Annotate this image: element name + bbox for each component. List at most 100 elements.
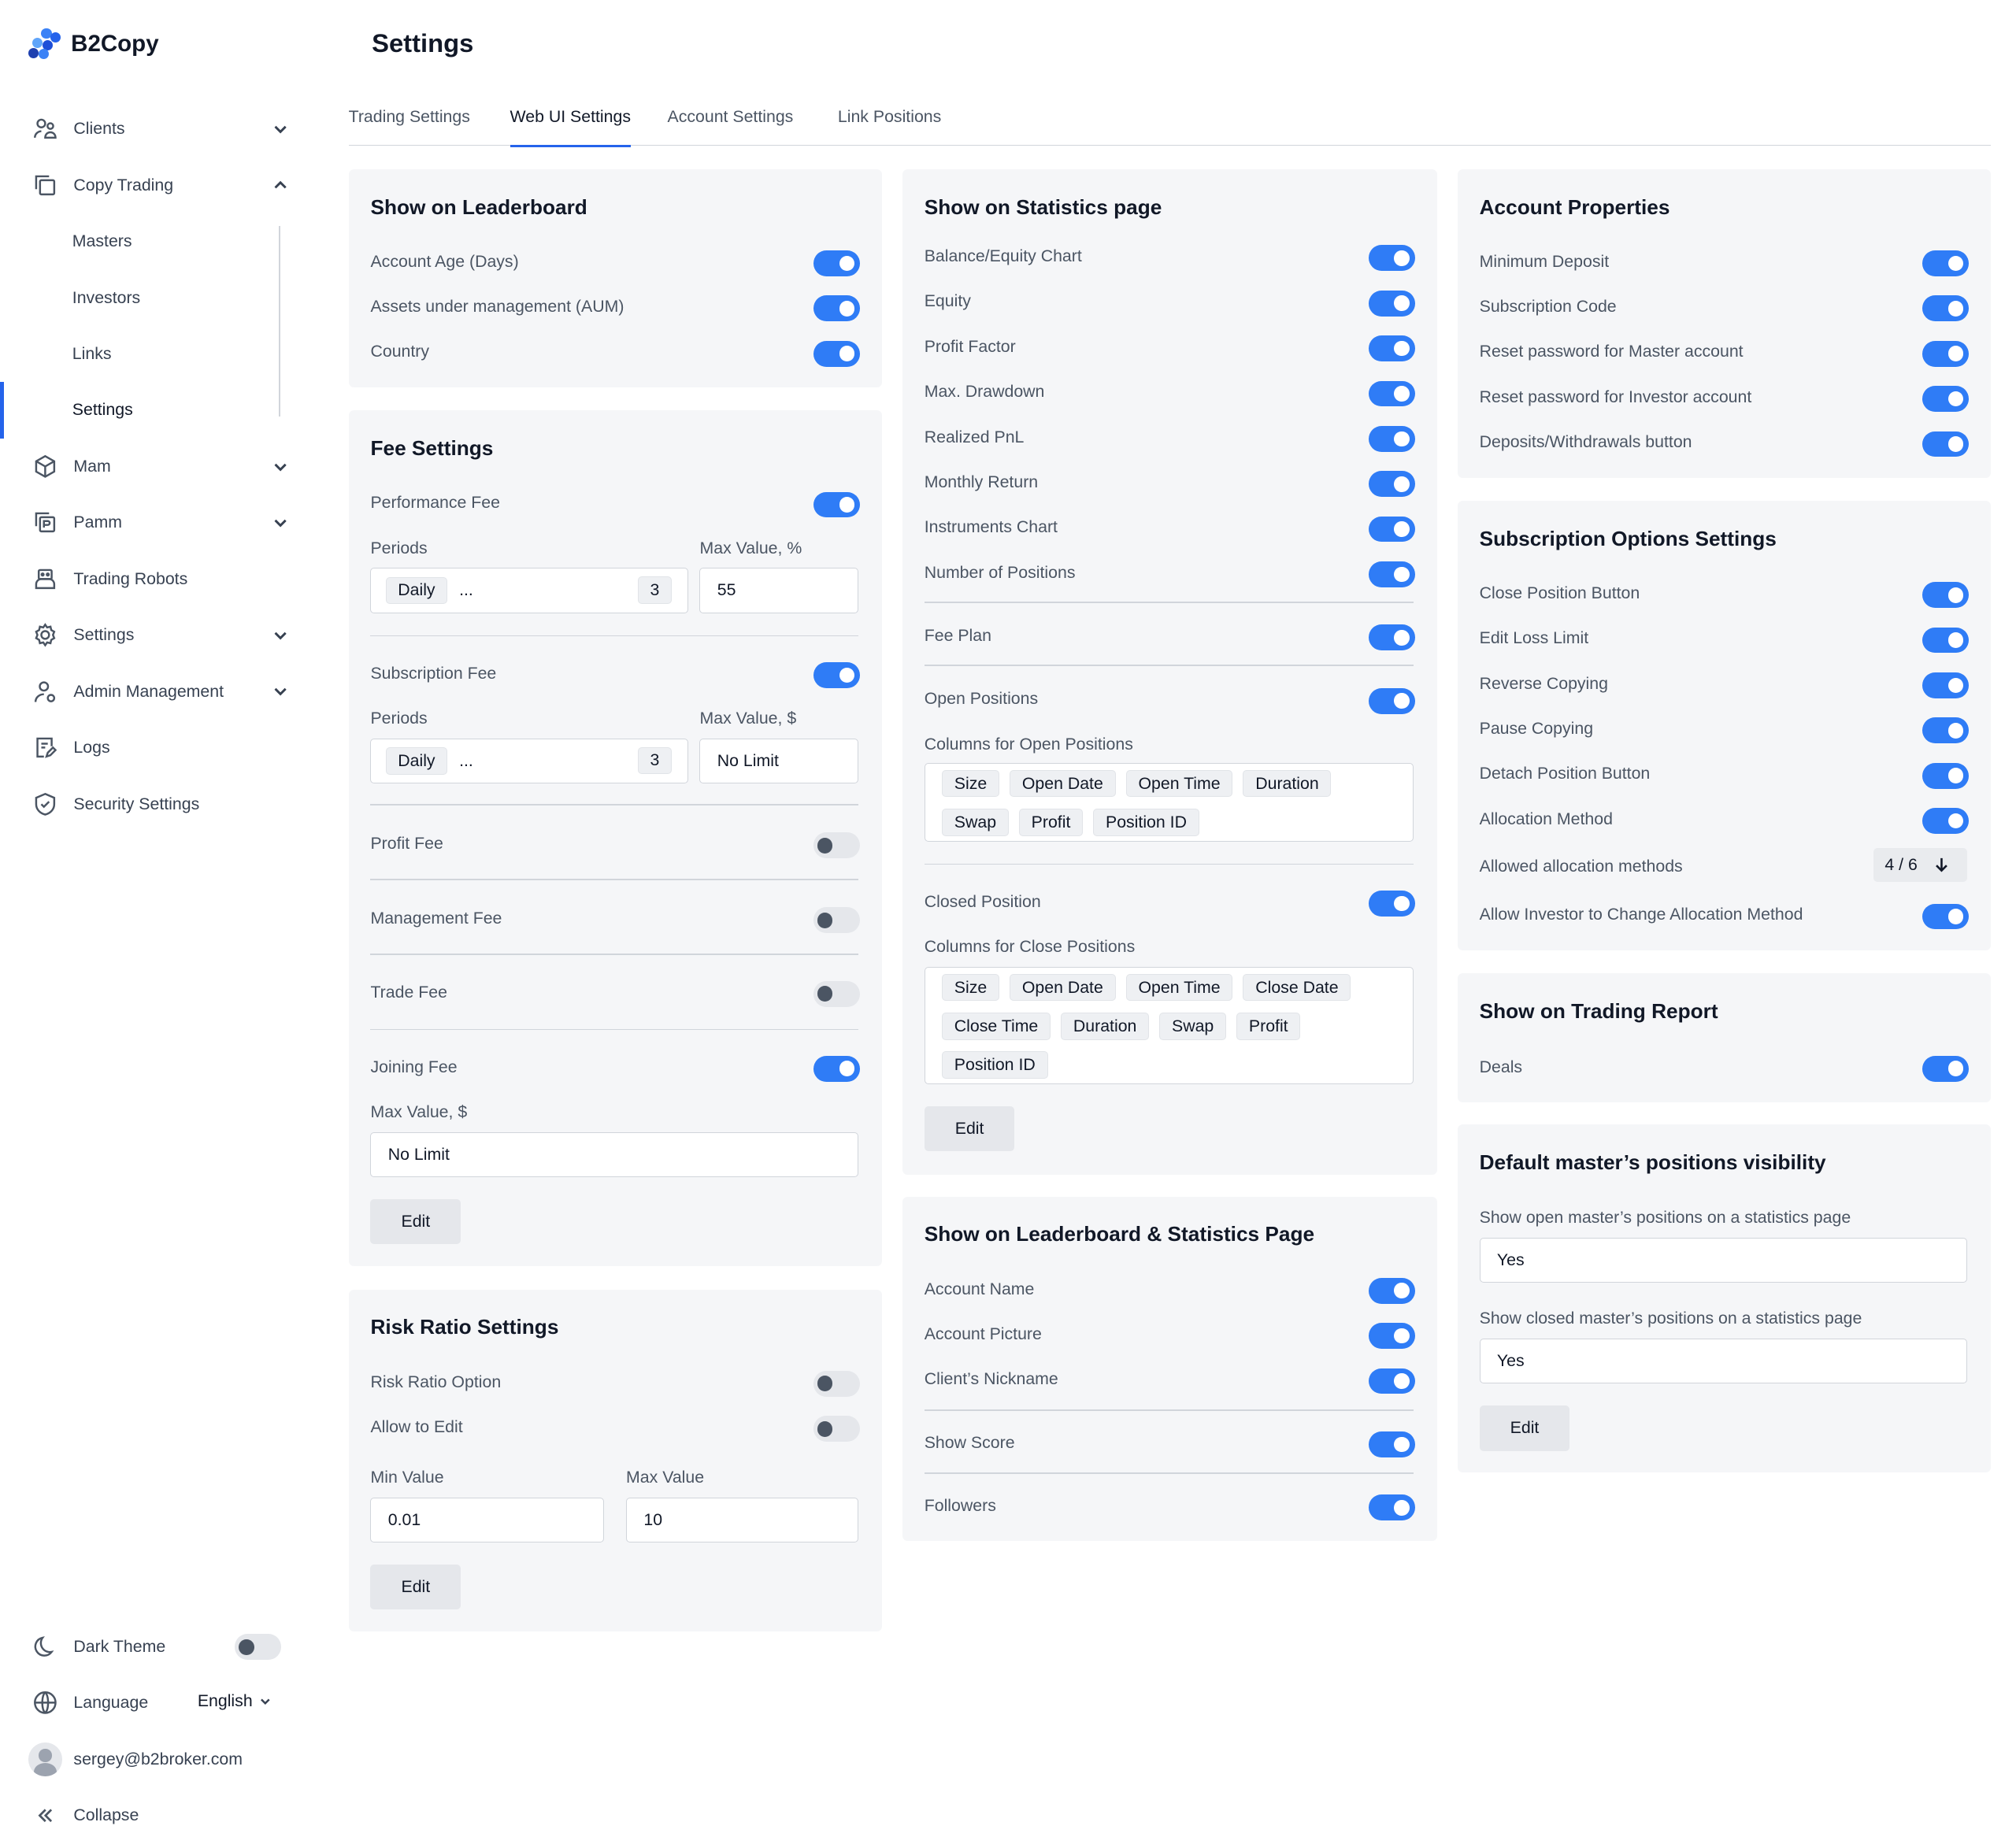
sidebar-item-settings[interactable]: Settings xyxy=(0,607,309,663)
detach-position-toggle[interactable] xyxy=(1922,762,1969,789)
row-label: Allowed allocation methods xyxy=(1479,857,1683,876)
field-label: Max Value, $ xyxy=(699,708,797,728)
closed-columns-multiselect[interactable]: Size Open Date Open Time Close Date Clos… xyxy=(924,966,1414,1085)
language-row[interactable]: Language English xyxy=(0,1675,309,1731)
allocation-method-toggle[interactable] xyxy=(1922,808,1969,834)
user-row[interactable]: sergey@b2broker.com xyxy=(0,1731,309,1787)
sidebar-item-trading-robots[interactable]: Trading Robots xyxy=(0,551,309,607)
column-chip: Open Date xyxy=(1010,769,1116,798)
chevron-down-icon[interactable] xyxy=(270,119,291,139)
monthly-return-toggle[interactable] xyxy=(1368,471,1415,498)
country-toggle[interactable] xyxy=(813,340,860,367)
more-dots: ... xyxy=(459,750,473,770)
reverse-copying-toggle[interactable] xyxy=(1922,672,1969,698)
risk-min-input[interactable]: 0.01 xyxy=(370,1497,605,1542)
subscription-max-input[interactable]: No Limit xyxy=(699,738,859,784)
sidebar-item-masters[interactable]: Masters xyxy=(0,213,309,269)
realized-pnl-toggle[interactable] xyxy=(1368,425,1415,452)
field-label: Columns for Close Positions xyxy=(924,937,1136,957)
profit-fee-toggle[interactable] xyxy=(813,832,860,859)
close-position-button-toggle[interactable] xyxy=(1922,582,1969,609)
sidebar-item-clients[interactable]: Clients xyxy=(0,101,309,157)
instruments-chart-toggle[interactable] xyxy=(1368,516,1415,543)
closed-positions-visibility-select[interactable]: Yes xyxy=(1479,1338,1968,1384)
reset-master-password-toggle[interactable] xyxy=(1922,340,1969,367)
equity-toggle[interactable] xyxy=(1368,290,1415,317)
fee-plan-toggle[interactable] xyxy=(1368,624,1415,651)
aum-toggle[interactable] xyxy=(813,295,860,322)
card-title: Default master’s positions visibility xyxy=(1479,1150,1826,1174)
performance-fee-toggle[interactable] xyxy=(813,491,860,518)
reset-investor-password-toggle[interactable] xyxy=(1922,386,1969,412)
chevron-down-icon[interactable] xyxy=(270,681,291,702)
edit-loss-limit-toggle[interactable] xyxy=(1922,627,1969,654)
sidebar-item-logs[interactable]: Logs xyxy=(0,720,309,776)
sidebar-item-links[interactable]: Links xyxy=(0,326,309,382)
subscription-options-card: Subscription Options Settings Close Posi… xyxy=(1457,501,1991,950)
row-label: Account Age (Days) xyxy=(370,251,519,271)
sidebar-item-settings-active[interactable]: Settings xyxy=(0,382,309,439)
column-chip: Swap xyxy=(942,809,1009,836)
deals-toggle[interactable] xyxy=(1922,1055,1969,1082)
client-nickname-toggle[interactable] xyxy=(1368,1368,1415,1394)
performance-max-input[interactable]: 55 xyxy=(699,568,859,613)
open-positions-visibility-select[interactable]: Yes xyxy=(1479,1238,1968,1283)
tab-account-settings[interactable]: Account Settings xyxy=(668,107,794,146)
management-fee-toggle[interactable] xyxy=(813,907,860,934)
tab-web-ui-settings[interactable]: Web UI Settings xyxy=(510,107,631,147)
tab-trading-settings[interactable]: Trading Settings xyxy=(349,107,470,146)
chevron-down-icon xyxy=(261,1698,270,1705)
account-age-toggle[interactable] xyxy=(813,250,860,276)
risk-edit-button[interactable]: Edit xyxy=(370,1564,461,1610)
sidebar-item-copy-trading[interactable]: Copy Trading xyxy=(0,157,309,213)
number-positions-toggle[interactable] xyxy=(1368,561,1415,587)
fee-edit-button[interactable]: Edit xyxy=(370,1198,461,1245)
language-select[interactable]: English xyxy=(198,1691,273,1711)
balance-chart-toggle[interactable] xyxy=(1368,245,1415,272)
show-score-toggle[interactable] xyxy=(1368,1431,1415,1457)
sidebar-item-investors[interactable]: Investors xyxy=(0,269,309,325)
subscription-code-toggle[interactable] xyxy=(1922,295,1969,322)
sidebar-item-pamm[interactable]: Pamm xyxy=(0,494,309,550)
chevron-down-icon[interactable] xyxy=(270,457,291,477)
sidebar-item-mam[interactable]: Mam xyxy=(0,439,309,494)
trade-fee-toggle[interactable] xyxy=(813,980,860,1007)
max-drawdown-toggle[interactable] xyxy=(1368,380,1415,407)
chevron-up-icon[interactable] xyxy=(270,175,291,195)
row-label: Management Fee xyxy=(370,909,502,928)
open-columns-multiselect[interactable]: Size Open Date Open Time Duration Swap P… xyxy=(924,762,1414,843)
closed-position-toggle[interactable] xyxy=(1368,891,1415,917)
account-name-toggle[interactable] xyxy=(1368,1277,1415,1304)
open-positions-toggle[interactable] xyxy=(1368,687,1415,714)
pause-copying-toggle[interactable] xyxy=(1922,717,1969,744)
chevron-down-icon[interactable] xyxy=(270,513,291,533)
chevron-down-icon[interactable] xyxy=(270,625,291,646)
dark-theme-toggle[interactable] xyxy=(235,1634,282,1661)
sidebar-nav: Clients Copy Trading Masters Investors L… xyxy=(0,101,309,832)
performance-periods-select[interactable]: Daily ... 3 xyxy=(370,568,688,613)
tab-link-positions[interactable]: Link Positions xyxy=(838,107,941,146)
subscription-fee-toggle[interactable] xyxy=(813,661,860,688)
logo[interactable]: B2Copy xyxy=(28,28,159,60)
profit-factor-toggle[interactable] xyxy=(1368,335,1415,361)
risk-max-input[interactable]: 10 xyxy=(626,1497,859,1542)
joining-fee-toggle[interactable] xyxy=(813,1055,860,1082)
dark-theme-label: Dark Theme xyxy=(73,1636,166,1656)
joining-max-input[interactable]: No Limit xyxy=(370,1131,859,1178)
followers-toggle[interactable] xyxy=(1368,1494,1415,1521)
allowed-allocation-select[interactable]: 4 / 6 xyxy=(1873,848,1968,882)
account-picture-toggle[interactable] xyxy=(1368,1323,1415,1350)
allow-change-allocation-toggle[interactable] xyxy=(1922,903,1969,930)
sidebar-item-admin-management[interactable]: Admin Management xyxy=(0,664,309,720)
minimum-deposit-toggle[interactable] xyxy=(1922,250,1969,276)
statistics-edit-button[interactable]: Edit xyxy=(924,1105,1015,1152)
subscription-periods-select[interactable]: Daily ... 3 xyxy=(370,738,688,784)
allow-edit-toggle[interactable] xyxy=(813,1416,860,1442)
risk-ratio-toggle[interactable] xyxy=(813,1370,860,1397)
deposits-withdrawals-toggle[interactable] xyxy=(1922,431,1969,457)
sidebar-item-security-settings[interactable]: Security Settings xyxy=(0,776,309,831)
account-properties-card: Account Properties Minimum Deposit Subsc… xyxy=(1457,169,1991,478)
collapse-button[interactable]: Collapse xyxy=(0,1787,309,1843)
row-label: Country xyxy=(370,342,430,361)
visibility-edit-button[interactable]: Edit xyxy=(1479,1405,1570,1451)
